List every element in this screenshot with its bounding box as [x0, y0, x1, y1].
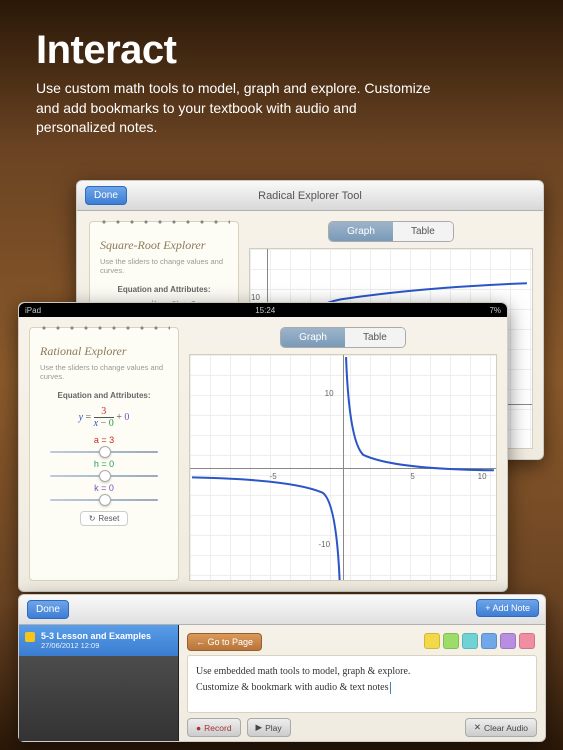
slider-k[interactable]	[50, 499, 158, 501]
play-button[interactable]: ▶Play	[247, 718, 291, 737]
swatch-purple[interactable]	[500, 633, 516, 649]
swatch-yellow[interactable]	[424, 633, 440, 649]
equation-label: Equation and Attributes:	[100, 285, 228, 294]
promo-header: Interact Use custom math tools to model,…	[0, 0, 563, 156]
titlebar: Done Radical Explorer Tool	[77, 181, 543, 211]
page-title: Interact	[36, 28, 527, 73]
clear-audio-button[interactable]: ✕Clear Audio	[465, 718, 537, 737]
tab-graph[interactable]: Graph	[329, 222, 393, 241]
page-subtitle: Use custom math tools to model, graph an…	[36, 79, 436, 138]
play-icon: ▶	[256, 722, 263, 733]
segmented-control[interactable]: Graph Table	[280, 327, 406, 348]
attr-h: h = 0	[40, 459, 168, 469]
ios-statusbar: iPad 15:24 7%	[19, 303, 507, 317]
tab-table[interactable]: Table	[345, 328, 405, 347]
clear-icon: ✕	[474, 722, 481, 733]
notepad-title: Rational Explorer	[40, 344, 168, 359]
titlebar: Done + Add Note	[19, 595, 545, 625]
add-note-button[interactable]: + Add Note	[476, 599, 539, 617]
swatch-teal[interactable]	[462, 633, 478, 649]
go-to-page-button[interactable]: ← Go to Page	[187, 633, 262, 651]
note-line2: Customize & bookmark with audio & text n…	[196, 682, 388, 693]
swatch-pink[interactable]	[519, 633, 535, 649]
record-icon: ●	[196, 723, 201, 733]
tab-table[interactable]: Table	[393, 222, 453, 241]
equation: y = 3 x − 0 + 0	[40, 406, 168, 429]
notes-panel: Done + Add Note 5-3 Lesson and Examples …	[18, 594, 546, 742]
slider-h[interactable]	[50, 475, 158, 477]
rational-notepad: Rational Explorer Use the sliders to cha…	[29, 327, 179, 581]
reset-button[interactable]: ↻ Reset	[80, 511, 129, 526]
rational-plot[interactable]: -5 5 10 10 -10	[189, 354, 497, 581]
status-device: iPad	[25, 306, 41, 315]
notepad-sub: Use the sliders to change values and cur…	[40, 363, 168, 381]
swatch-blue[interactable]	[481, 633, 497, 649]
segmented-control[interactable]: Graph Table	[328, 221, 454, 242]
status-time: 15:24	[41, 306, 489, 315]
record-button[interactable]: ●Record	[187, 718, 241, 737]
notepad-sub: Use the sliders to change values and cur…	[100, 257, 228, 275]
note-title: 5-3 Lesson and Examples	[41, 631, 172, 641]
notes-sidebar: 5-3 Lesson and Examples 27/06/2012 12:09	[19, 625, 179, 741]
rational-curve	[190, 355, 496, 581]
note-list-item[interactable]: 5-3 Lesson and Examples 27/06/2012 12:09	[19, 625, 178, 656]
attr-a: a = 3	[40, 435, 168, 445]
notepad-title: Square-Root Explorer	[100, 238, 228, 253]
done-button[interactable]: Done	[27, 600, 69, 619]
equation-label: Equation and Attributes:	[40, 391, 168, 400]
rational-explorer-panel: iPad 15:24 7% Rational Explorer Use the …	[18, 302, 508, 592]
color-swatches	[424, 633, 535, 649]
done-button[interactable]: Done	[85, 186, 127, 205]
text-cursor	[390, 682, 391, 694]
slider-a[interactable]	[50, 451, 158, 453]
status-battery: 7%	[489, 306, 501, 315]
note-line1: Use embedded math tools to model, graph …	[196, 664, 528, 680]
swatch-green[interactable]	[443, 633, 459, 649]
notes-main: ← Go to Page Use embedded math tools to …	[179, 625, 545, 741]
window-title: Radical Explorer Tool	[77, 190, 543, 202]
note-textarea[interactable]: Use embedded math tools to model, graph …	[187, 655, 537, 713]
note-date: 27/06/2012 12:09	[41, 641, 172, 650]
tab-graph[interactable]: Graph	[281, 328, 345, 347]
attr-k: k = 0	[40, 483, 168, 493]
